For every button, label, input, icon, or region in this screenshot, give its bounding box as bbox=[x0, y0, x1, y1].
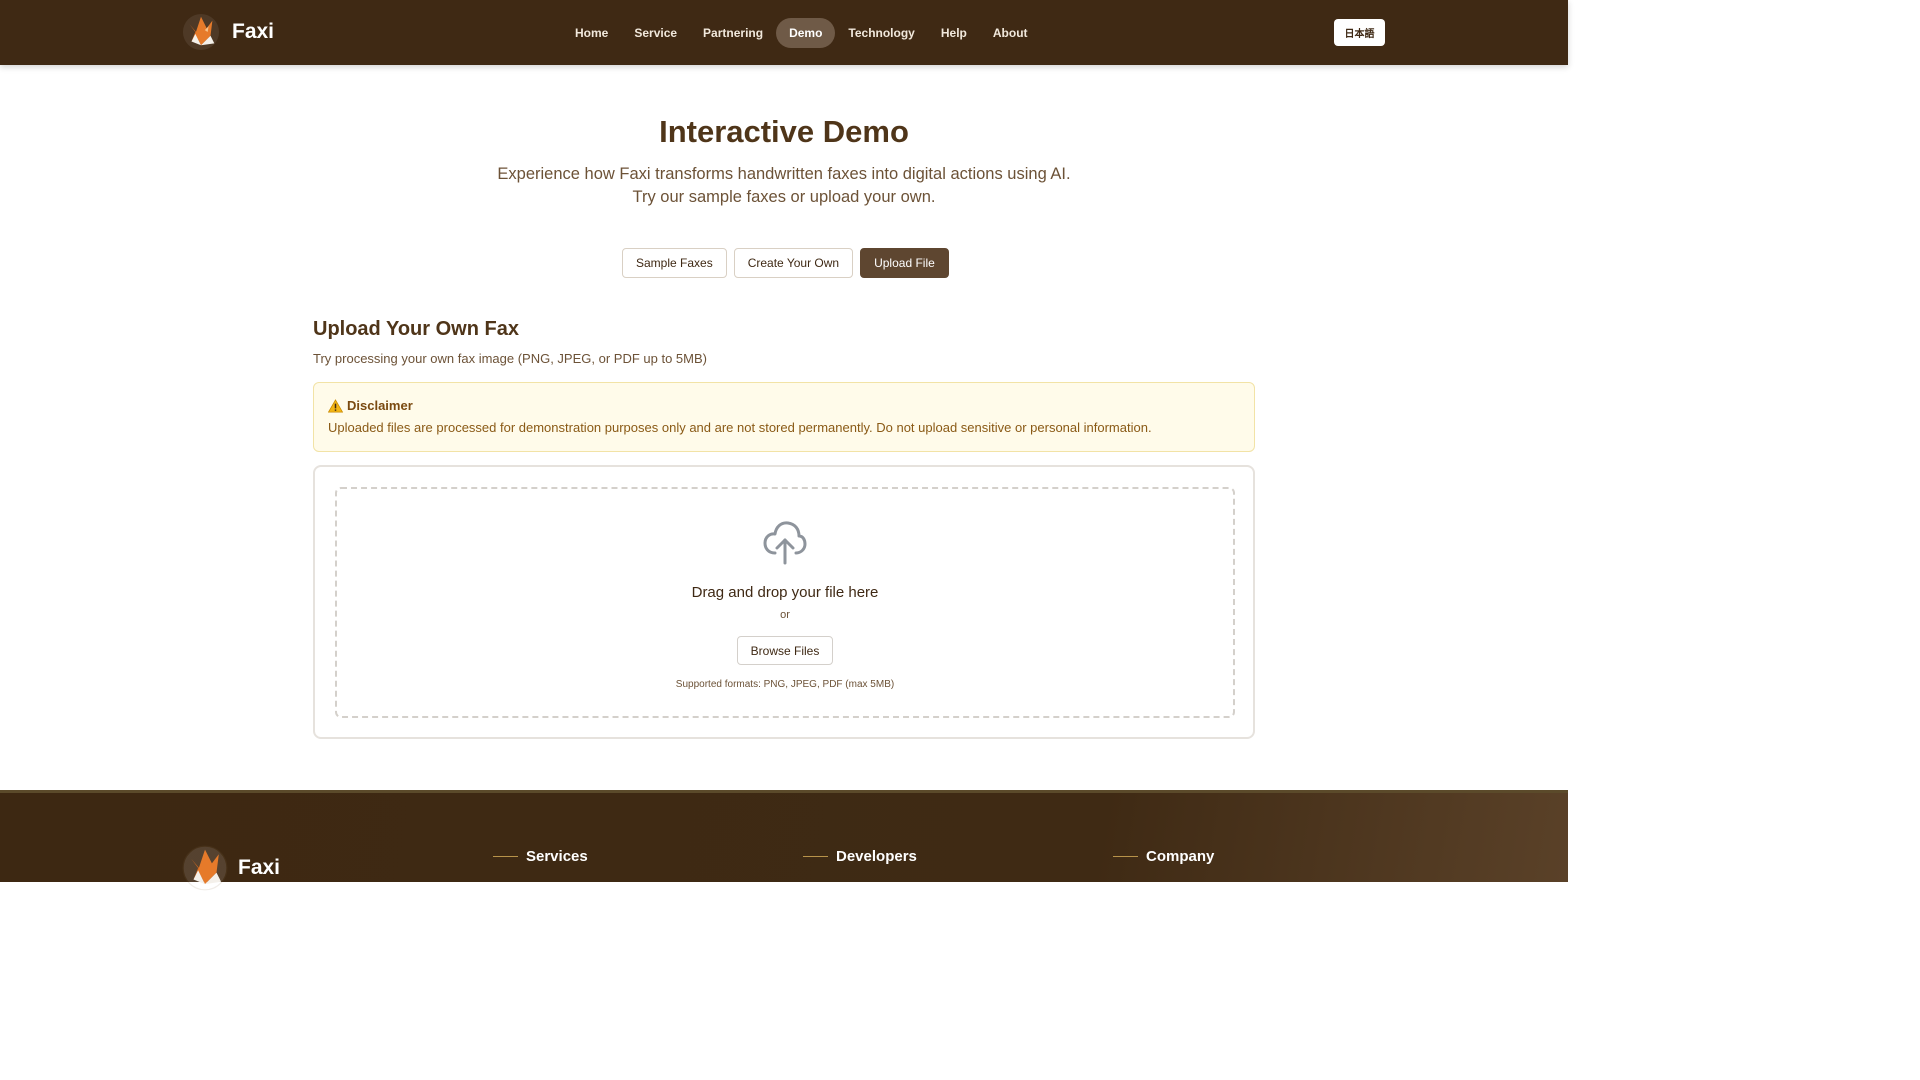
language-toggle-button[interactable]: 日本語 bbox=[1334, 19, 1385, 46]
top-navbar: Faxi Home Service Partnering Demo Techno… bbox=[0, 0, 1568, 65]
upload-section-title: Upload Your Own Fax bbox=[313, 318, 519, 340]
disclaimer-text: Uploaded files are processed for demonst… bbox=[328, 420, 1152, 435]
page-title: Interactive Demo bbox=[659, 114, 909, 149]
footer-brand-name: Faxi bbox=[238, 856, 281, 879]
nav-help[interactable]: Help bbox=[928, 18, 980, 48]
tab-create-your-own[interactable]: Create Your Own bbox=[733, 248, 854, 278]
tab-sample-faxes[interactable]: Sample Faxes bbox=[622, 248, 727, 278]
nav-about[interactable]: About bbox=[980, 18, 1041, 48]
nav-home[interactable]: Home bbox=[562, 18, 621, 48]
page-subtitle: Experience how Faxi transforms handwritt… bbox=[497, 165, 1071, 206]
main-nav: Home Service Partnering Demo Technology … bbox=[562, 18, 1041, 48]
footer: Faxi Services Developers Company bbox=[0, 790, 1568, 891]
footer-heading-company: Company bbox=[1146, 848, 1215, 865]
nav-service[interactable]: Service bbox=[621, 18, 690, 48]
brand-name: Faxi bbox=[232, 20, 275, 43]
demo-mode-tabs: Sample Faxes Create Your Own Upload File bbox=[622, 248, 949, 278]
footer-column-company: Company bbox=[1113, 848, 1214, 865]
fox-logo-icon bbox=[182, 845, 228, 891]
footer-heading-services: Services bbox=[526, 848, 588, 865]
nav-partnering[interactable]: Partnering bbox=[690, 18, 776, 48]
footer-divider-line bbox=[1113, 856, 1138, 857]
disclaimer-title: Disclaimer bbox=[347, 398, 413, 413]
cloud-upload-icon bbox=[763, 521, 807, 565]
footer-column-services: Services bbox=[493, 848, 588, 865]
footer-divider-line bbox=[803, 856, 828, 857]
nav-demo[interactable]: Demo bbox=[776, 18, 836, 48]
disclaimer-box: Disclaimer Uploaded files are processed … bbox=[313, 382, 1255, 452]
footer-heading-developers: Developers bbox=[836, 848, 917, 865]
brand[interactable]: Faxi bbox=[182, 13, 274, 51]
footer-brand[interactable]: Faxi bbox=[182, 845, 280, 891]
upload-section-subtitle: Try processing your own fax image (PNG, … bbox=[313, 351, 707, 366]
dropzone-or: or bbox=[780, 609, 790, 621]
nav-technology[interactable]: Technology bbox=[835, 18, 927, 48]
dropzone-title: Drag and drop your file here bbox=[691, 584, 879, 601]
upload-card: Drag and drop your file here or Browse F… bbox=[313, 465, 1255, 739]
tab-upload-file[interactable]: Upload File bbox=[860, 248, 949, 278]
footer-column-developers: Developers bbox=[803, 848, 917, 865]
footer-divider-line bbox=[493, 856, 518, 857]
warning-icon bbox=[328, 398, 343, 412]
browse-files-button[interactable]: Browse Files bbox=[737, 636, 833, 665]
file-dropzone[interactable]: Drag and drop your file here or Browse F… bbox=[335, 487, 1235, 718]
disclaimer-header: Disclaimer bbox=[328, 398, 1240, 413]
supported-formats: Supported formats: PNG, JPEG, PDF (max 5… bbox=[675, 679, 895, 690]
fox-logo-icon bbox=[182, 13, 220, 51]
